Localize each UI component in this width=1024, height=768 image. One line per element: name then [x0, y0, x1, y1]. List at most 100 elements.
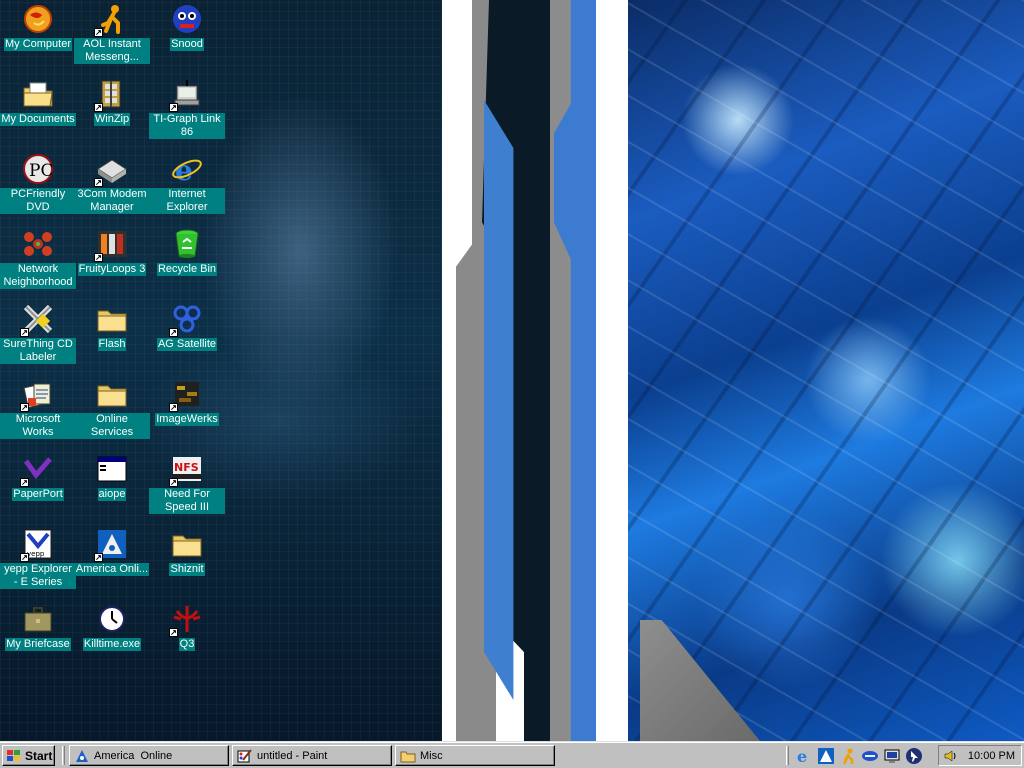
desktop-icon-killtime[interactable]: Killtime.exe	[74, 600, 150, 651]
modem-icon[interactable]	[883, 747, 901, 765]
wallpaper-shards	[628, 0, 1024, 741]
desktop-icon-yepp-explorer[interactable]: yepp ↗ yepp Explorer - E Series	[0, 525, 76, 589]
clock[interactable]: 10:00 PM	[968, 750, 1015, 762]
desktop-icon-shiznit[interactable]: Shiznit	[149, 525, 225, 576]
desktop-icon-aim[interactable]: ↗ AOL Instant Messeng...	[74, 0, 150, 64]
tray-grip[interactable]	[786, 746, 789, 765]
aim-icon[interactable]	[839, 747, 857, 765]
svg-text:e: e	[797, 747, 807, 765]
clock-icon	[96, 603, 128, 635]
folder-icon	[400, 748, 416, 764]
folder-icon	[96, 378, 128, 410]
desktop-icon-surething-cd-labeler[interactable]: ↗ SureThing CD Labeler	[0, 300, 76, 364]
taskbar-grip[interactable]	[62, 746, 65, 765]
volume-icon[interactable]	[943, 748, 959, 764]
desktop-icon-recycle-bin[interactable]: Recycle Bin	[149, 225, 225, 276]
quake3-icon: ↗	[169, 603, 203, 637]
desktop-icon-flash[interactable]: Flash	[74, 300, 150, 351]
desktop-icon-q3[interactable]: ↗ Q3	[149, 600, 225, 651]
desktop-icon-fruityloops[interactable]: ↗ FruityLoops 3	[74, 225, 150, 276]
folder-icon	[171, 528, 203, 560]
icon-label: yepp Explorer - E Series	[0, 563, 76, 589]
shortcut-arrow-icon: ↗	[94, 103, 103, 112]
pcfriendly-dvd-icon: PC	[22, 153, 54, 185]
need-for-speed-icon: NFS ↗	[169, 453, 203, 487]
task-button-america-online[interactable]: America Online	[69, 745, 229, 766]
modem-manager-icon: ↗	[94, 153, 128, 187]
icon-label: WinZip	[93, 113, 131, 126]
desktop[interactable]: My Computer ↗ AOL Instant Messeng... Sno…	[0, 0, 1024, 741]
shortcut-arrow-icon: ↗	[20, 328, 29, 337]
cursor-icon[interactable]	[905, 747, 923, 765]
america-online-icon[interactable]	[817, 747, 835, 765]
desktop-icon-imagewerks[interactable]: ↗ ImageWerks	[149, 375, 225, 426]
icon-label: Shiznit	[169, 563, 205, 576]
task-button-misc[interactable]: Misc	[395, 745, 555, 766]
application-window-icon	[96, 453, 128, 485]
shortcut-arrow-icon: ↗	[94, 178, 103, 187]
fruityloops-icon: ↗	[94, 228, 128, 262]
imagewerks-icon: ↗	[169, 378, 203, 412]
icon-label: My Documents	[0, 113, 76, 126]
shortcut-arrow-icon: ↗	[169, 103, 178, 112]
desktop-icon-aiope[interactable]: aiope	[74, 450, 150, 501]
icon-label: Internet Explorer	[149, 188, 225, 214]
icon-label: SureThing CD Labeler	[0, 338, 76, 364]
shortcut-arrow-icon: ↗	[169, 478, 178, 487]
icon-label: My Computer	[3, 38, 73, 51]
icon-label: aiope	[97, 488, 127, 501]
shortcut-arrow-icon: ↗	[20, 553, 29, 562]
icon-label: AG Satellite	[156, 338, 218, 351]
shortcut-arrow-icon: ↗	[94, 253, 103, 262]
desktop-icon-my-documents[interactable]: My Documents	[0, 75, 76, 126]
svg-text:PC: PC	[29, 161, 53, 181]
taskbar: Start America Online untitled - Paint Mi…	[0, 741, 1024, 768]
icon-label: PaperPort	[12, 488, 64, 501]
icon-label: America Onli...	[74, 563, 150, 576]
desktop-icon-3com-modem-manager[interactable]: ↗ 3Com Modem Manager	[74, 150, 150, 214]
yepp-explorer-icon: yepp ↗	[20, 528, 54, 562]
shortcut-arrow-icon: ↗	[20, 403, 29, 412]
task-label: untitled - Paint	[257, 749, 328, 762]
tray-icons: e	[795, 747, 923, 765]
aim-icon: ↗	[94, 3, 128, 37]
desktop-icon-paperport[interactable]: ↗ PaperPort	[0, 450, 76, 501]
shortcut-arrow-icon: ↗	[169, 403, 178, 412]
internet-explorer-icon: e	[171, 153, 203, 185]
desktop-icon-snood[interactable]: Snood	[149, 0, 225, 51]
task-label: America Online	[94, 749, 173, 762]
america-online-icon: ↗	[94, 528, 128, 562]
icon-label: AOL Instant Messeng...	[74, 38, 150, 64]
desktop-icon-pcfriendly-dvd[interactable]: PC PCFriendly DVD	[0, 150, 76, 214]
desktop-icon-my-briefcase[interactable]: My Briefcase	[0, 600, 76, 651]
ag-satellite-icon: ↗	[169, 303, 203, 337]
system-tray: 10:00 PM	[938, 745, 1022, 766]
icon-label: Online Services	[74, 413, 150, 439]
desktop-icon-ti-graph-link[interactable]: ↗ TI-Graph Link 86	[149, 75, 225, 139]
my-documents-icon	[22, 78, 54, 110]
icon-label: ImageWerks	[155, 413, 219, 426]
desktop-icon-online-services[interactable]: Online Services	[74, 375, 150, 439]
desktop-icon-internet-explorer[interactable]: e Internet Explorer	[149, 150, 225, 214]
desktop-icon-america-online[interactable]: ↗ America Onli...	[74, 525, 150, 576]
shortcut-arrow-icon: ↗	[94, 28, 103, 37]
folder-icon	[96, 303, 128, 335]
desktop-icon-microsoft-works[interactable]: ↗ Microsoft Works	[0, 375, 76, 439]
network-icon[interactable]	[861, 747, 879, 765]
shortcut-arrow-icon: ↗	[20, 478, 29, 487]
icon-label: PCFriendly DVD	[0, 188, 76, 214]
network-neighborhood-icon	[22, 228, 54, 260]
desktop-icon-need-for-speed[interactable]: NFS ↗ Need For Speed III	[149, 450, 225, 514]
desktop-icon-network-neighborhood[interactable]: Network Neighborhood	[0, 225, 76, 289]
icon-label: Q3	[178, 638, 196, 651]
start-button[interactable]: Start	[2, 745, 55, 766]
task-button-paint[interactable]: untitled - Paint	[232, 745, 392, 766]
svg-text:NFS: NFS	[174, 461, 199, 474]
internet-explorer-icon[interactable]: e	[795, 747, 813, 765]
microsoft-works-icon: ↗	[20, 378, 54, 412]
desktop-icon-my-computer[interactable]: My Computer	[0, 0, 76, 51]
wallpaper-white-panel	[442, 0, 628, 741]
desktop-icon-winzip[interactable]: ↗ WinZip	[74, 75, 150, 126]
icon-label: Snood	[170, 38, 204, 51]
desktop-icon-ag-satellite[interactable]: ↗ AG Satellite	[149, 300, 225, 351]
